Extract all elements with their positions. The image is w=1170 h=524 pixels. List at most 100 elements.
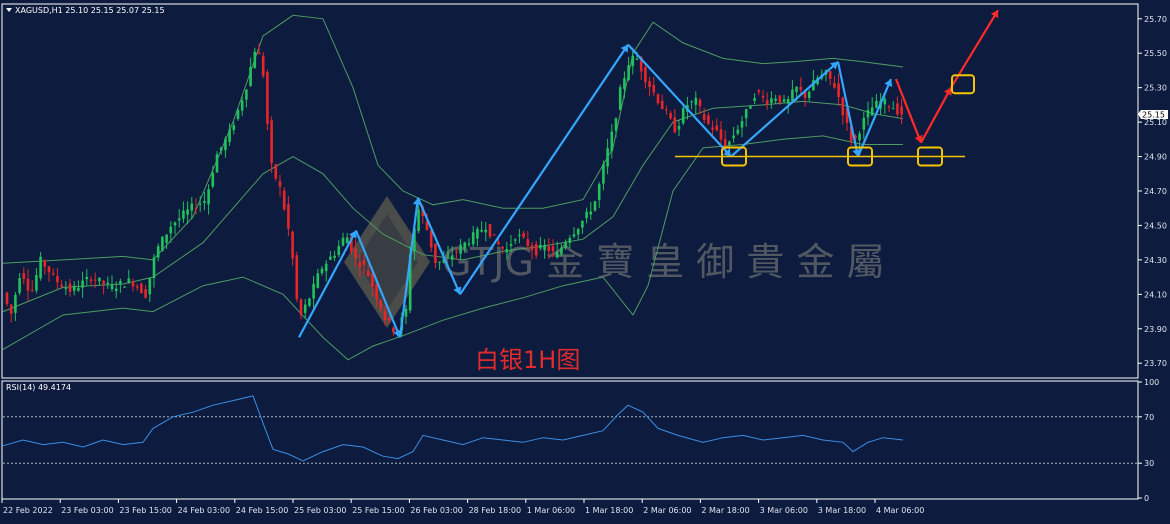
candle-body — [572, 234, 576, 237]
candle-body — [774, 98, 777, 101]
candle-body — [828, 71, 832, 79]
candle-body — [249, 66, 252, 86]
time-axis-label: 1 Mar 06:00 — [527, 506, 575, 515]
candle-body — [463, 242, 467, 249]
candle-body — [669, 113, 672, 119]
candle-body — [60, 284, 63, 287]
last-price-value: 25.15 — [1142, 111, 1165, 120]
rsi-axis-label: 0 — [1144, 494, 1149, 503]
time-axis-label: 23 Feb 15:00 — [119, 506, 171, 515]
time-axis-label: 23 Feb 03:00 — [61, 506, 113, 515]
candle-body — [114, 288, 118, 292]
candle-body — [837, 83, 840, 98]
candle-body — [568, 238, 572, 243]
candle-body — [896, 103, 899, 115]
candle-body — [266, 71, 269, 124]
candle-body — [341, 237, 345, 246]
candle-body — [383, 310, 387, 320]
candle-body — [169, 226, 173, 234]
candle-body — [26, 278, 30, 291]
candle-body — [702, 114, 706, 120]
rsi-label: RSI(14) 49.4174 — [6, 383, 71, 392]
time-axis-label: 25 Feb 03:00 — [294, 506, 346, 515]
candle-body — [690, 101, 693, 103]
candle-body — [211, 172, 215, 187]
candle — [261, 52, 265, 79]
candle-body — [89, 279, 93, 282]
candle-body — [870, 107, 874, 116]
candle-body — [68, 283, 72, 292]
time-axis-label: 24 Feb 03:00 — [178, 506, 230, 515]
candle-body — [22, 273, 26, 279]
candle-body — [5, 292, 9, 304]
candle-body — [56, 275, 59, 283]
candle-body — [215, 154, 219, 173]
candle-body — [228, 129, 231, 142]
candle-body — [144, 289, 147, 298]
candle-body — [555, 251, 559, 258]
candle-body — [652, 84, 656, 93]
candle — [488, 224, 492, 239]
candle-body — [602, 164, 605, 184]
candle — [236, 108, 240, 121]
candle-body — [606, 148, 609, 167]
time-axis-label: 1 Mar 18:00 — [585, 506, 633, 515]
chart-title-label: 白银1H图 — [475, 346, 580, 374]
candle-body — [715, 125, 719, 131]
last-price-tag: 25.15 — [1138, 110, 1168, 120]
price-axis-label: 23.90 — [1144, 325, 1167, 334]
candle-body — [551, 246, 555, 252]
candle-body — [110, 284, 114, 290]
candle — [593, 200, 597, 212]
candle — [161, 235, 164, 252]
candle-body — [345, 237, 349, 244]
candle-body — [866, 109, 870, 118]
candle-body — [182, 210, 185, 219]
candle-body — [47, 266, 51, 273]
candle-body — [362, 260, 366, 265]
price-axis-label: 24.30 — [1144, 256, 1167, 265]
candle-body — [585, 211, 588, 219]
candle-body — [782, 99, 786, 102]
candle-body — [471, 232, 475, 245]
candle-body — [270, 120, 273, 164]
candle-body — [131, 281, 135, 287]
candle-body — [711, 127, 714, 130]
candle-body — [526, 239, 530, 247]
chart-window: GTJG 金 寶 皇 御 貴 金 屬 XAGUSD,H1 25.10 25.15… — [0, 0, 1170, 520]
candle-body — [329, 256, 332, 260]
candle-body — [18, 278, 21, 293]
candle-body — [488, 224, 492, 237]
candle-body — [282, 190, 286, 210]
candle-body — [761, 95, 765, 98]
candle-body — [148, 278, 152, 295]
candle-body — [106, 282, 110, 285]
candle-body — [900, 106, 903, 115]
candle-body — [98, 277, 101, 282]
candle-body — [43, 260, 47, 267]
candle — [266, 69, 269, 131]
candle-body — [778, 95, 782, 103]
candle-body — [589, 211, 593, 215]
candle-body — [438, 261, 441, 263]
watermark-text: GTJG 金 寶 皇 御 貴 金 屬 — [442, 240, 885, 284]
candle-body — [127, 278, 131, 283]
candle-body — [245, 89, 248, 100]
candle-body — [417, 209, 420, 231]
candle-body — [593, 201, 597, 211]
time-axis-label: 3 Mar 06:00 — [760, 506, 808, 515]
candle-body — [753, 98, 756, 101]
candle-body — [253, 51, 257, 69]
candle-body — [698, 99, 702, 107]
candle-body — [30, 290, 34, 292]
time-axis-label: 2 Mar 06:00 — [643, 506, 691, 515]
candle-body — [354, 248, 357, 258]
candle-body — [93, 279, 97, 281]
candle-body — [190, 203, 194, 211]
candle-body — [51, 273, 55, 275]
time-axis-label: 2 Mar 18:00 — [701, 506, 749, 515]
candle-body — [728, 141, 731, 145]
candle-body — [459, 244, 462, 254]
candle-body — [324, 263, 328, 272]
candle-body — [786, 98, 790, 104]
